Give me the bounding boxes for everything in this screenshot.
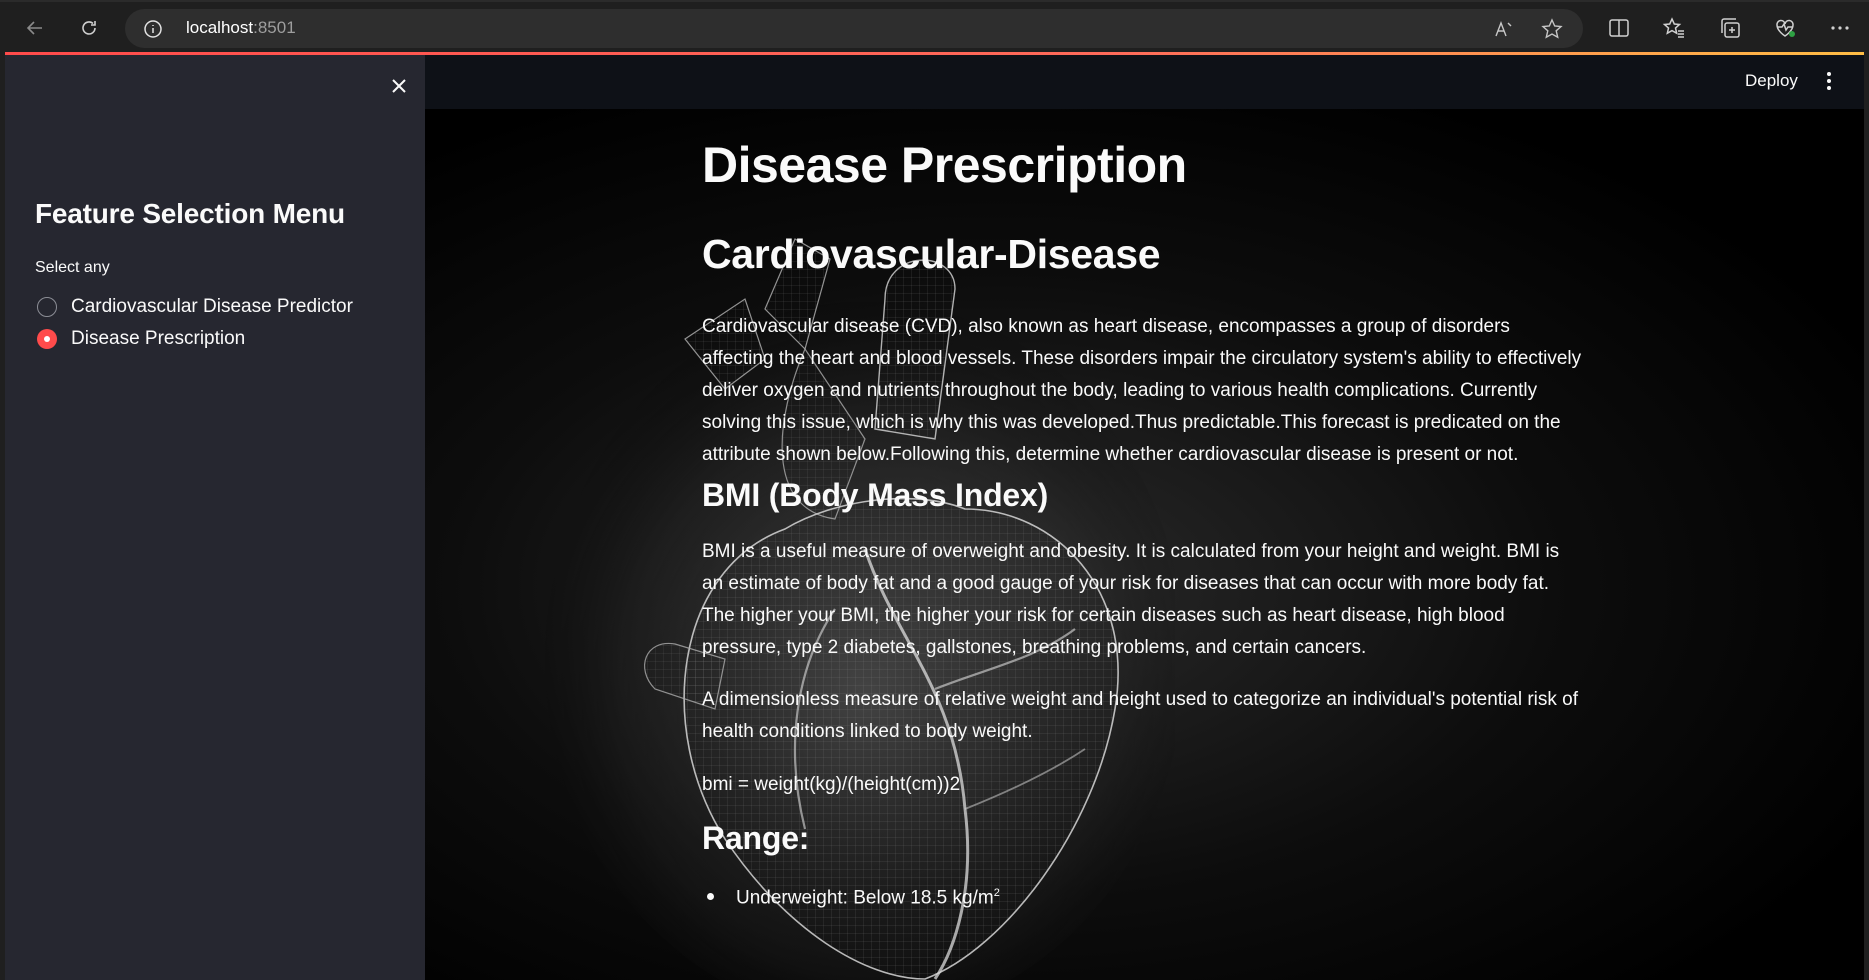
- page-title: Disease Prescription: [702, 137, 1187, 193]
- radio-option-prescription[interactable]: Disease Prescription: [37, 328, 245, 350]
- bmi-definition: A dimensionless measure of relative weig…: [702, 689, 1579, 742]
- bmi-formula: bmi = weight(kg)/(height(cm))2: [702, 774, 961, 795]
- range-heading: Range:: [702, 820, 810, 856]
- close-sidebar-button[interactable]: [383, 70, 415, 102]
- collections-icon[interactable]: [1718, 16, 1742, 40]
- bmi-description: BMI is a useful measure of overweight an…: [702, 541, 1560, 658]
- more-options-icon[interactable]: [1828, 16, 1852, 40]
- favorites-icon[interactable]: [1662, 16, 1686, 40]
- streamlit-app: Feature Selection Menu Select any Cardio…: [5, 55, 1864, 980]
- split-screen-icon[interactable]: [1607, 16, 1631, 40]
- app-header: Deploy: [425, 55, 1864, 109]
- cvd-description: Cardiovascular disease (CVD), also known…: [702, 316, 1582, 465]
- list-item-underweight: Underweight: Below 18.5 kg/m2: [702, 887, 1000, 909]
- radio-option-predictor[interactable]: Cardiovascular Disease Predictor: [37, 296, 353, 318]
- url-text[interactable]: localhost:8501: [186, 18, 296, 38]
- read-aloud-icon[interactable]: [1493, 18, 1515, 40]
- radio-button-checked[interactable]: [37, 329, 57, 349]
- bmi-heading: BMI (Body Mass Index): [702, 477, 1049, 513]
- radio-option-label: Cardiovascular Disease Predictor: [71, 296, 353, 317]
- refresh-icon[interactable]: [73, 12, 105, 44]
- deploy-button[interactable]: Deploy: [1739, 67, 1804, 95]
- main-menu-icon[interactable]: [1819, 69, 1839, 93]
- url-host: localhost: [186, 18, 254, 37]
- favorite-star-icon[interactable]: [1541, 18, 1563, 40]
- radio-caption: Select any: [35, 259, 110, 276]
- radio-option-label: Disease Prescription: [71, 328, 246, 349]
- list-item-text: Underweight: Below 18.5 kg/m: [736, 887, 994, 909]
- sidebar: Feature Selection Menu Select any Cardio…: [5, 55, 425, 980]
- sidebar-title: Feature Selection Menu: [35, 198, 345, 229]
- superscript: 2: [993, 887, 1000, 899]
- main-content: Disease Prescription Cardiovascular-Dise…: [425, 109, 1864, 980]
- site-info-icon[interactable]: [143, 19, 163, 39]
- cvd-heading: Cardiovascular-Disease: [702, 231, 1161, 277]
- radio-button-unchecked[interactable]: [37, 297, 57, 317]
- url-port: :8501: [253, 18, 296, 37]
- browser-essentials-icon[interactable]: [1773, 16, 1797, 40]
- browser-toolbar: localhost:8501: [0, 0, 1869, 52]
- bullet-dot: [707, 893, 714, 901]
- address-bar[interactable]: localhost:8501: [125, 9, 1583, 48]
- back-arrow-icon[interactable]: [19, 12, 51, 44]
